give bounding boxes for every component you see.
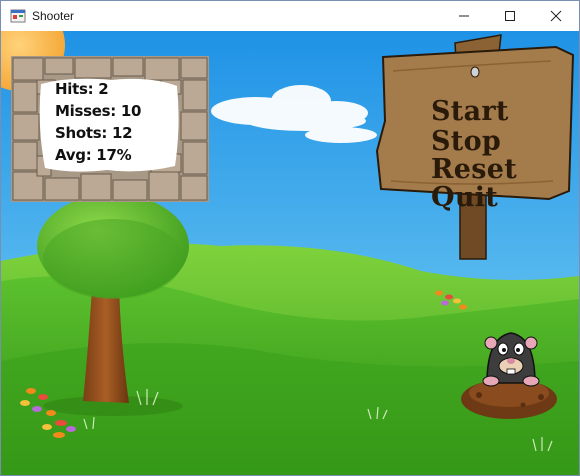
maximize-icon [505,11,515,21]
minimize-button[interactable] [441,1,487,31]
app-icon [10,9,26,23]
avg-label: Avg: 17% [55,146,132,164]
reset-button[interactable]: Reset [431,156,517,183]
maximize-button[interactable] [487,1,533,31]
quit-button[interactable]: Quit [431,184,498,211]
hits-label: Hits: 2 [55,80,109,98]
misses-label: Misses: 10 [55,102,142,120]
stop-button[interactable]: Stop [431,128,501,155]
game-area[interactable]: Hits: 2 Misses: 10 Shots: 12 Avg: 17% St… [1,31,579,475]
minimize-icon [459,15,469,17]
shots-label: Shots: 12 [55,124,133,142]
window-title: Shooter [32,9,75,23]
title-bar[interactable]: Shooter [1,1,579,31]
game-window: Shooter Hits: 2 Misses: 10 Shots: 12 Avg… [0,0,580,476]
close-icon [550,10,562,22]
close-button[interactable] [533,1,579,31]
stats-panel: Hits: 2 Misses: 10 Shots: 12 Avg: 17% [11,56,209,202]
start-button[interactable]: Start [431,98,509,125]
